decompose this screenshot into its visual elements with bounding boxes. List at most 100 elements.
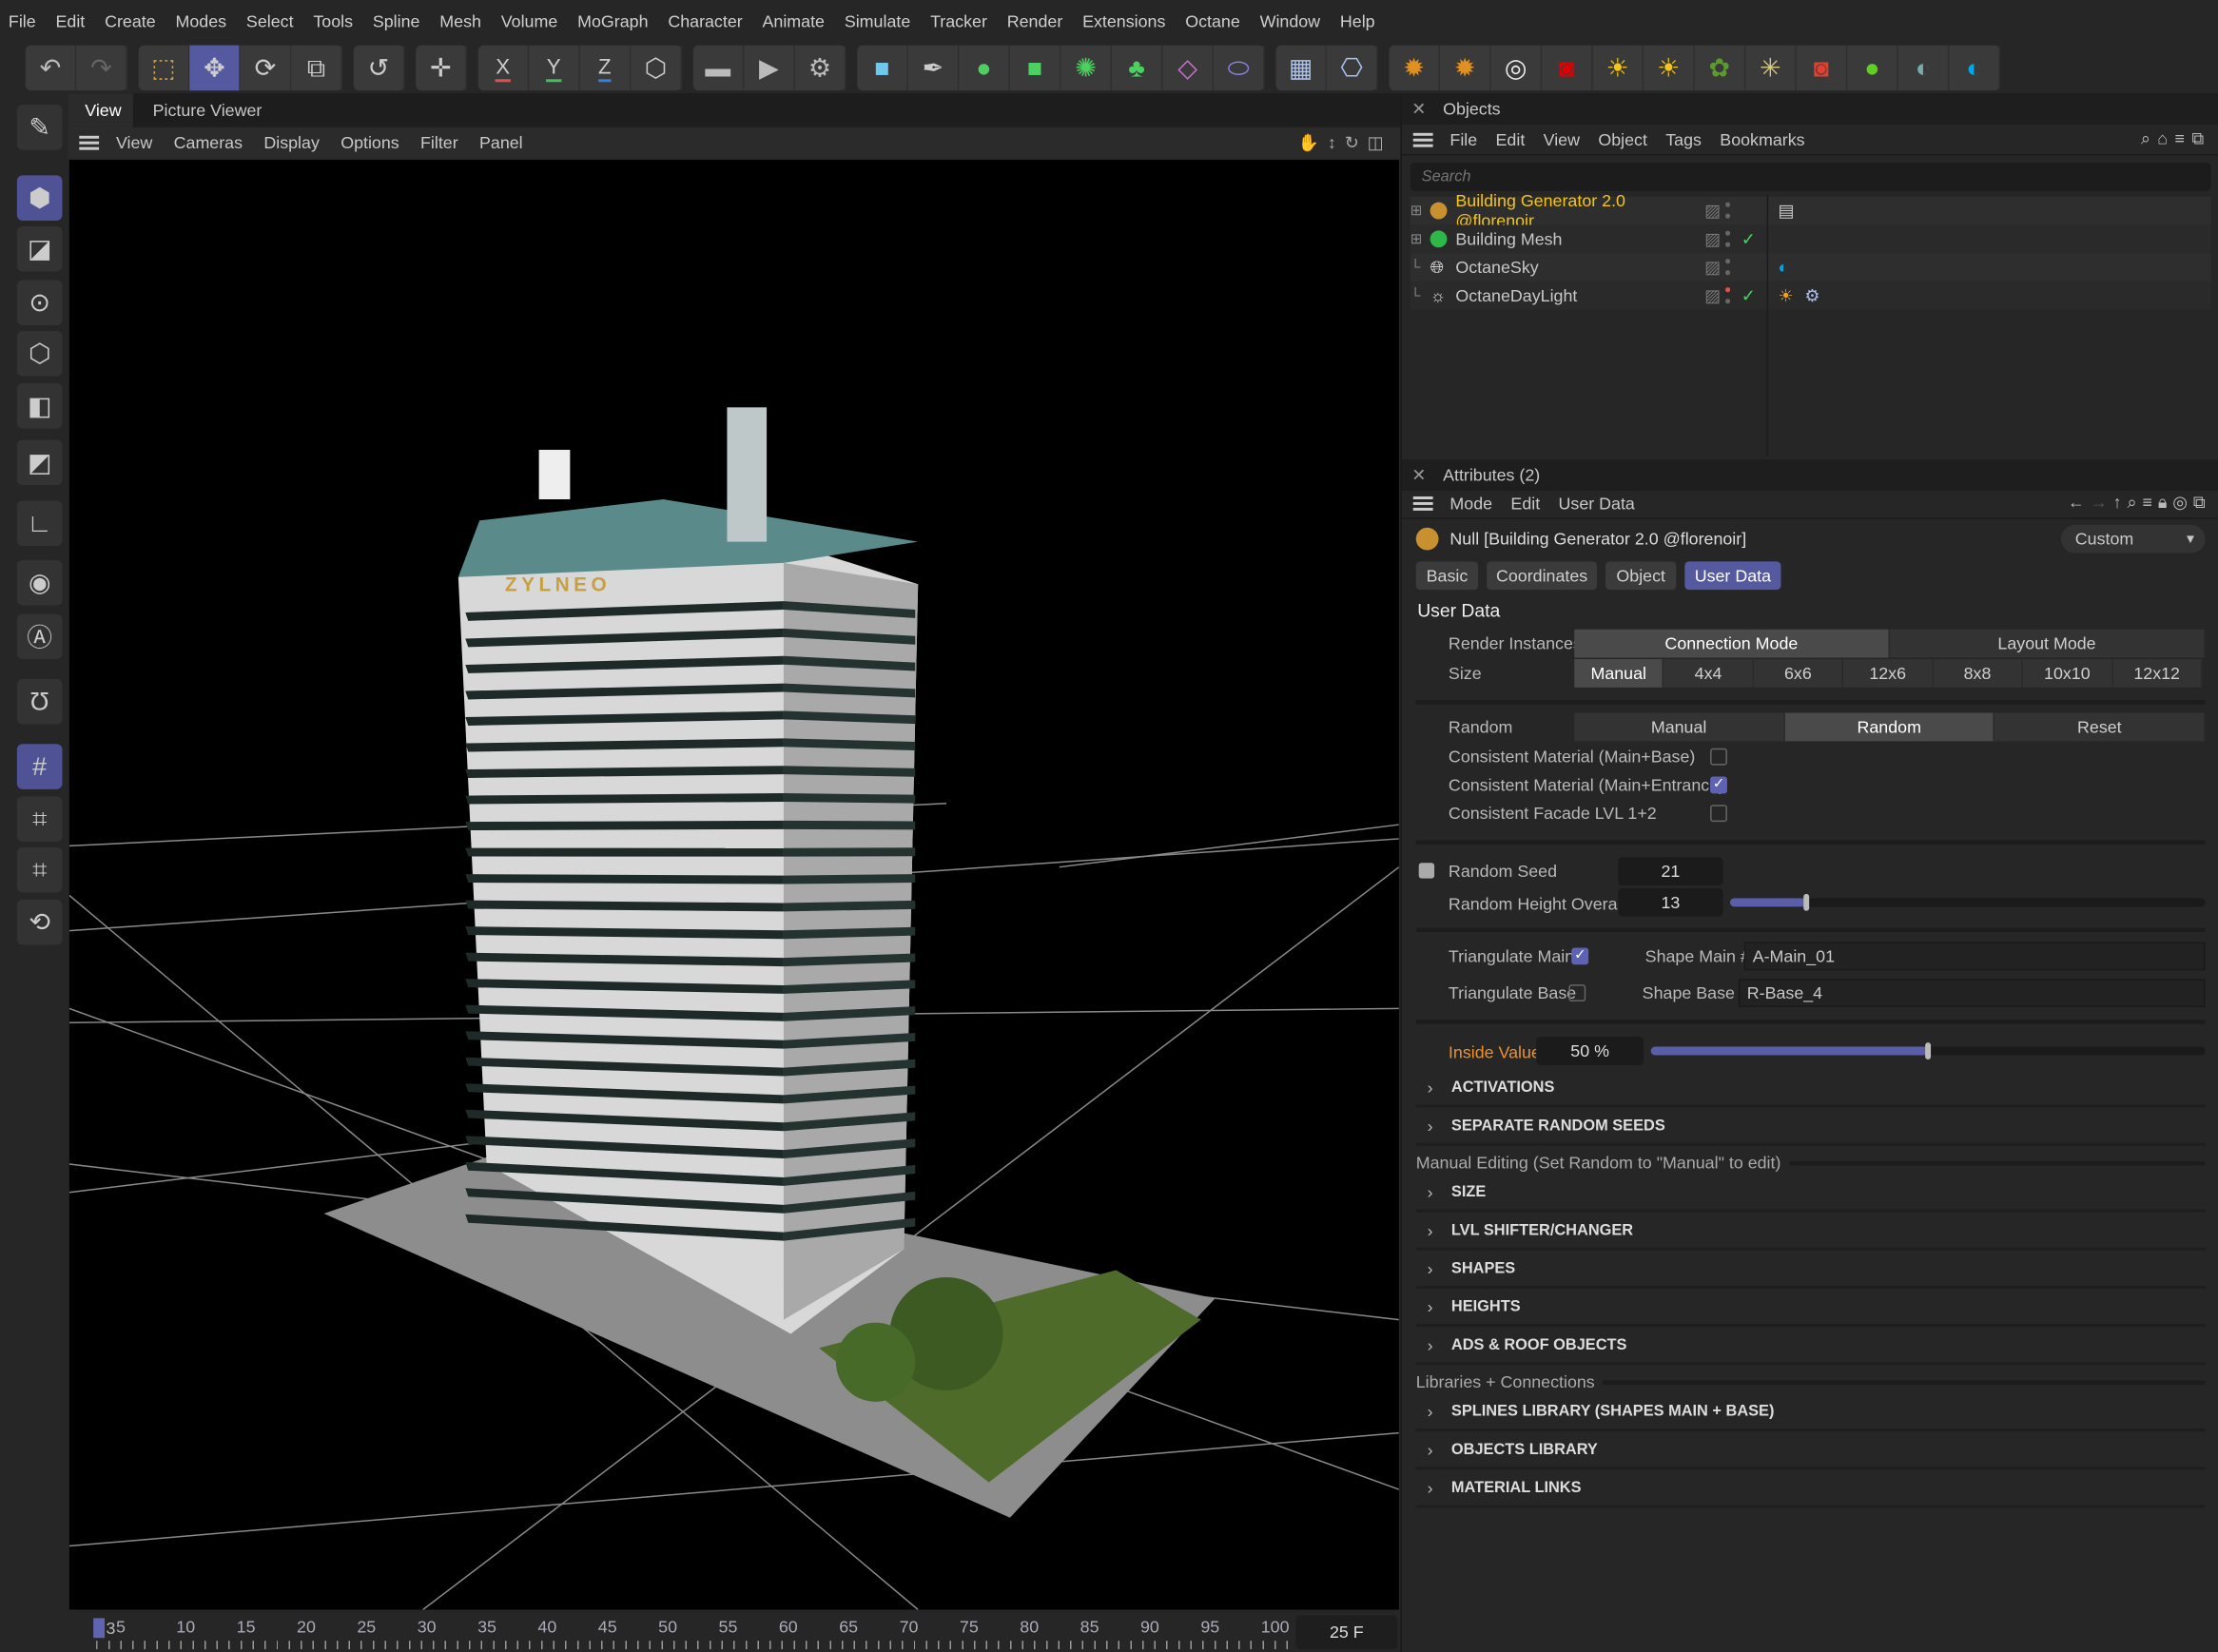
rotate-view-icon[interactable]: ↻ xyxy=(1345,133,1368,153)
octane-daylight-button[interactable]: ☀ xyxy=(1593,45,1644,91)
object-name[interactable]: OctaneDayLight xyxy=(1455,285,1704,305)
cube-button[interactable]: ■ xyxy=(857,45,908,91)
filter-icon[interactable]: ≡ xyxy=(2142,493,2157,513)
object-row[interactable]: ⊞ Building Generator 2.0 @florenoir ▨ ● ● ▤ xyxy=(1410,191,2211,230)
world-axis-button[interactable]: ⬡ xyxy=(631,45,682,91)
maximize-icon[interactable]: ◫ xyxy=(1368,133,1392,153)
point-mode-button[interactable]: ⊙ xyxy=(16,280,63,326)
magnet-button[interactable]: Ʊ xyxy=(16,678,63,725)
menu-mesh[interactable]: Mesh xyxy=(439,11,481,31)
filter-icon[interactable]: ≡ xyxy=(2174,128,2191,148)
workplane-lock-button[interactable]: ⌗ xyxy=(16,796,63,842)
menu-help[interactable]: Help xyxy=(1340,11,1375,31)
hamburger-icon[interactable] xyxy=(1412,132,1433,146)
model-mode-button[interactable]: ⬢ xyxy=(16,175,63,222)
octane-light-button[interactable]: ✳ xyxy=(1745,45,1797,91)
octane-hdri-button[interactable]: ◐ xyxy=(1949,45,2000,91)
field-button[interactable]: ⬭ xyxy=(1214,45,1265,91)
note-tag-icon[interactable]: ▤ xyxy=(1778,201,1794,221)
texture-mode-button[interactable]: ◪ xyxy=(16,225,63,272)
obj-menu-bookmarks[interactable]: Bookmarks xyxy=(1720,129,1804,149)
hamburger-icon[interactable] xyxy=(79,135,100,150)
up-icon[interactable]: ↑ xyxy=(2113,493,2128,513)
hamburger-icon[interactable] xyxy=(1412,496,1433,511)
snap-button[interactable]: Ⓐ xyxy=(16,613,63,660)
floor-button[interactable]: ▦ xyxy=(1275,45,1328,91)
size-option-manual[interactable]: Manual xyxy=(1574,659,1664,688)
solo-button[interactable]: ◉ xyxy=(16,559,63,606)
random-option-reset[interactable]: Reset xyxy=(1995,712,2206,742)
z-axis-button[interactable]: Z xyxy=(580,45,632,91)
current-frame-field[interactable]: 25 F xyxy=(1295,1615,1398,1650)
forward-icon[interactable]: → xyxy=(2091,493,2113,513)
subdivision-button[interactable]: ● xyxy=(959,45,1010,91)
octane-camera-button[interactable]: ◙ xyxy=(1542,45,1593,91)
live-selection-button[interactable]: ⬚ xyxy=(139,45,190,91)
mograph-button[interactable]: ♣ xyxy=(1112,45,1163,91)
group-ads-roof-objects[interactable]: › ADS & ROOF OBJECTS xyxy=(1415,1329,2206,1366)
inside-value-slider[interactable] xyxy=(1650,1042,2206,1059)
rotate-view-button[interactable]: ⟲ xyxy=(16,899,63,945)
object-row[interactable]: └ 🌐︎ OctaneSky ▨ ● ● ◐ xyxy=(1410,253,2211,282)
octane-explosion-2-button[interactable]: ✹ xyxy=(1440,45,1491,91)
pan-icon[interactable]: ✋ xyxy=(1298,133,1328,153)
octane-scatter-button[interactable]: ✿ xyxy=(1695,45,1746,91)
render-settings-button[interactable]: ⚙ xyxy=(795,45,846,91)
menu-animate[interactable]: Animate xyxy=(763,11,825,31)
attr-menu-edit[interactable]: Edit xyxy=(1510,493,1540,513)
obj-menu-view[interactable]: View xyxy=(1544,129,1580,149)
back-icon[interactable]: ← xyxy=(2068,493,2091,513)
random-option-random[interactable]: Random xyxy=(1784,712,1995,742)
menu-octane[interactable]: Octane xyxy=(1185,11,1240,31)
y-axis-button[interactable]: Y xyxy=(529,45,580,91)
new-window-icon[interactable]: ⧉ xyxy=(2191,128,2210,148)
target-icon[interactable]: ◎ xyxy=(2172,493,2193,513)
object-row[interactable]: └ ☼ OctaneDayLight ▨ ● ● ✓ ☀ ⚙ xyxy=(1410,281,2211,310)
menu-simulate[interactable]: Simulate xyxy=(845,11,910,31)
group-objects-library[interactable]: › OBJECTS LIBRARY xyxy=(1415,1433,2206,1470)
menu-render[interactable]: Render xyxy=(1007,11,1063,31)
menu-modes[interactable]: Modes xyxy=(176,11,227,31)
octane-small-camera-button[interactable]: ◙ xyxy=(1797,45,1848,91)
menu-mograph[interactable]: MoGraph xyxy=(577,11,648,31)
transform-button[interactable]: ✛ xyxy=(416,45,467,91)
size-option-8x8[interactable]: 8x8 xyxy=(1934,659,2023,688)
tab-user-data[interactable]: User Data xyxy=(1684,561,1781,591)
make-editable-button[interactable]: ✎ xyxy=(16,105,63,150)
edit-toggle-icon[interactable]: ▨ xyxy=(1704,285,1724,305)
obj-menu-object[interactable]: Object xyxy=(1598,129,1647,149)
group-activations[interactable]: › ACTIVATIONS xyxy=(1415,1071,2206,1108)
consistency-checkbox[interactable] xyxy=(1710,748,1727,766)
rotate-button[interactable]: ⟳ xyxy=(241,45,292,91)
visibility-dots-icon[interactable]: ● ● xyxy=(1724,283,1741,307)
shape-main-field[interactable]: A-Main_01 xyxy=(1743,942,2206,971)
edit-toggle-icon[interactable]: ▨ xyxy=(1704,258,1724,278)
lock-icon[interactable]: 🔒︎ xyxy=(2158,493,2172,513)
render-view-button[interactable]: ▬ xyxy=(693,45,745,91)
group-splines-library-shapes-main-base[interactable]: › SPLINES LIBRARY (SHAPES MAIN + BASE) xyxy=(1415,1394,2206,1432)
workplane-button[interactable]: # xyxy=(16,744,63,789)
new-window-icon[interactable]: ⧉ xyxy=(2193,493,2211,513)
random-height-slider[interactable] xyxy=(1729,893,2206,911)
close-icon[interactable]: ✕ xyxy=(1411,465,1426,485)
size-option-12x6[interactable]: 12x6 xyxy=(1843,659,1934,688)
inside-value-field[interactable]: 50 % xyxy=(1536,1037,1644,1065)
coordinate-system-button[interactable]: ↺ xyxy=(354,45,405,91)
menu-tracker[interactable]: Tracker xyxy=(930,11,987,31)
menu-select[interactable]: Select xyxy=(246,11,294,31)
vp-menu-filter[interactable]: Filter xyxy=(420,133,458,153)
visibility-dots-icon[interactable]: ● ● xyxy=(1724,255,1741,279)
triangulate-main-checkbox[interactable]: ✓ xyxy=(1571,947,1589,965)
polygon-mode-button[interactable]: ◧ xyxy=(16,383,63,429)
menu-create[interactable]: Create xyxy=(105,11,156,31)
enabled-check-icon[interactable]: ✓ xyxy=(1741,285,1779,305)
group-heights[interactable]: › HEIGHTS xyxy=(1415,1290,2206,1328)
extrude-button[interactable]: ■ xyxy=(1010,45,1061,91)
vp-menu-options[interactable]: Options xyxy=(340,133,399,153)
size-option-10x10[interactable]: 10x10 xyxy=(2023,659,2113,688)
tab-object[interactable]: Object xyxy=(1605,561,1677,591)
random-seed-field[interactable]: 21 xyxy=(1618,857,1723,886)
home-icon[interactable]: ⌂ xyxy=(2157,128,2174,148)
attr-menu-mode[interactable]: Mode xyxy=(1449,493,1492,513)
random-option-manual[interactable]: Manual xyxy=(1574,712,1785,742)
